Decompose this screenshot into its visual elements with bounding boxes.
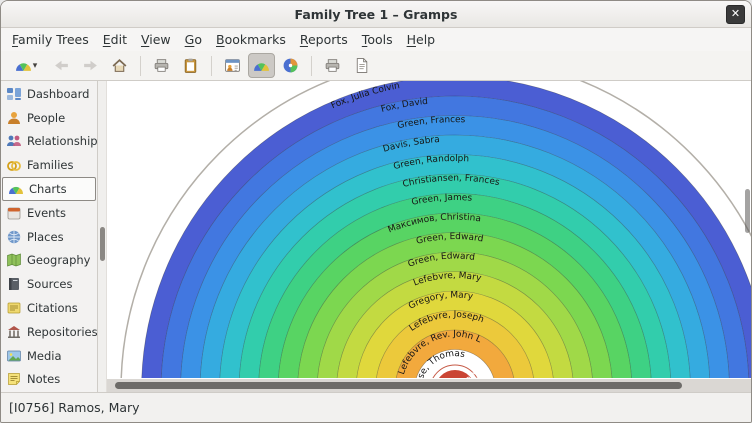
sidebar-item-label: Families	[27, 158, 73, 172]
places-icon	[6, 229, 22, 245]
window-title: Family Tree 1 – Gramps	[295, 7, 458, 22]
page-setup-button[interactable]	[348, 53, 375, 78]
home-button[interactable]	[106, 53, 133, 78]
events-icon	[6, 205, 22, 221]
sidebar-item-label: Dashboard	[27, 87, 89, 101]
arrow-left-icon	[53, 57, 70, 74]
sidebar-item-sources[interactable]: Sources	[1, 272, 97, 296]
toolbar-separator	[140, 56, 141, 76]
sidebar-item-label: Events	[27, 206, 66, 220]
sidebar: Dashboard People Relationships Families Char…	[1, 81, 98, 392]
toolbar-separator	[211, 56, 212, 76]
person-view-icon	[224, 57, 241, 74]
menu-tools[interactable]: Tools	[355, 29, 400, 50]
forward-button[interactable]	[77, 53, 104, 78]
arrow-right-icon	[82, 57, 99, 74]
people-icon	[6, 110, 22, 126]
menu-go[interactable]: Go	[178, 29, 209, 50]
sidebar-item-label: Relationships	[27, 134, 104, 148]
printer-icon	[153, 57, 170, 74]
fan-chart[interactable]: Wise, ThomasLefebvre, Rev. John LLefebvr…	[107, 81, 751, 378]
notes-icon	[6, 371, 22, 387]
sidebar-item-relationships[interactable]: Relationships	[1, 130, 97, 154]
toolbar-separator	[311, 56, 312, 76]
main-body: Dashboard People Relationships Families Char…	[1, 81, 751, 392]
fan-icon	[15, 57, 32, 74]
dashboard-icon	[6, 86, 22, 102]
relationships-icon	[6, 133, 22, 149]
close-button[interactable]: ✕	[726, 5, 745, 24]
sidebar-item-label: Media	[27, 349, 62, 363]
menu-edit[interactable]: Edit	[96, 29, 134, 50]
sources-icon	[6, 276, 22, 292]
sidebar-item-label: Notes	[27, 372, 60, 386]
clipboard-icon	[182, 57, 199, 74]
view-switcher-button[interactable]: ▾	[6, 53, 46, 78]
fan-chart-button[interactable]	[248, 53, 275, 78]
repositories-icon	[6, 324, 22, 340]
gramps-window: Family Tree 1 – Gramps ✕ Family TreesEdi…	[0, 0, 752, 423]
statusbar: [I0756] Ramos, Mary	[1, 392, 751, 422]
sidebar-item-repositories[interactable]: Repositories	[1, 320, 97, 344]
fan-icon	[253, 57, 270, 74]
chart-horizontal-scrollbar-thumb[interactable]	[115, 382, 682, 389]
sidebar-item-geography[interactable]: Geography	[1, 249, 97, 273]
chart-vertical-scrollbar[interactable]	[745, 189, 750, 233]
sidebar-item-people[interactable]: People	[1, 106, 97, 130]
charts-icon	[8, 181, 24, 197]
citations-icon	[6, 300, 22, 316]
menu-help[interactable]: Help	[400, 29, 443, 50]
menu-view[interactable]: View	[134, 29, 178, 50]
person-view-button[interactable]	[219, 53, 246, 78]
printer-icon	[324, 57, 341, 74]
menu-bookmarks[interactable]: Bookmarks	[209, 29, 293, 50]
fan-chart-area[interactable]: Wise, ThomasLefebvre, Rev. John LLefebvr…	[107, 81, 751, 392]
sidebar-item-events[interactable]: Events	[1, 201, 97, 225]
menu-family-trees[interactable]: Family Trees	[5, 29, 96, 50]
sidebar-scrollbar[interactable]	[98, 81, 107, 392]
sidebar-item-label: Citations	[27, 301, 78, 315]
sidebar-item-citations[interactable]: Citations	[1, 296, 97, 320]
status-active-person: [I0756] Ramos, Mary	[9, 400, 140, 415]
sidebar-item-media[interactable]: Media	[1, 344, 97, 368]
chart-horizontal-scrollbar[interactable]	[107, 379, 751, 392]
sidebar-item-label: Places	[27, 230, 64, 244]
full-fan-icon	[282, 57, 299, 74]
families-icon	[6, 157, 22, 173]
sidebar-item-label: Sources	[27, 277, 73, 291]
geography-icon	[6, 252, 22, 268]
sidebar-item-places[interactable]: Places	[1, 225, 97, 249]
chevron-down-icon: ▾	[33, 60, 38, 71]
document-icon	[353, 57, 370, 74]
sidebar-item-label: Repositories	[27, 325, 98, 339]
full-fan-chart-button[interactable]	[277, 53, 304, 78]
sidebar-item-families[interactable]: Families	[1, 153, 97, 177]
back-button[interactable]	[48, 53, 75, 78]
print-view-button[interactable]	[319, 53, 346, 78]
copy-button[interactable]	[177, 53, 204, 78]
sidebar-item-dashboard[interactable]: Dashboard	[1, 82, 97, 106]
sidebar-item-label: Charts	[29, 182, 67, 196]
sidebar-item-label: People	[27, 111, 65, 125]
print-button[interactable]	[148, 53, 175, 78]
media-icon	[6, 348, 22, 364]
sidebar-item-label: Geography	[27, 253, 91, 267]
sidebar-item-notes[interactable]: Notes	[1, 368, 97, 392]
menu-reports[interactable]: Reports	[293, 29, 355, 50]
home-icon	[111, 57, 128, 74]
titlebar[interactable]: Family Tree 1 – Gramps ✕	[1, 1, 751, 28]
toolbar: ▾	[1, 51, 751, 81]
sidebar-scrollbar-thumb[interactable]	[100, 227, 105, 261]
menubar: Family TreesEditViewGoBookmarksReportsTo…	[1, 28, 751, 51]
sidebar-item-charts[interactable]: Charts	[2, 177, 96, 201]
